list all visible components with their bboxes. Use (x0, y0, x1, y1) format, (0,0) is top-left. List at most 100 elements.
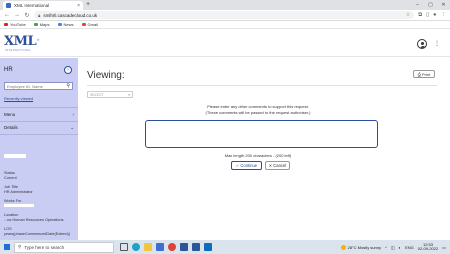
gmail-icon (81, 23, 86, 26)
status-label: Status (4, 171, 15, 175)
chrome-icon[interactable] (168, 243, 176, 251)
employee-search-input[interactable] (7, 83, 67, 89)
taskbar-apps (120, 243, 212, 251)
taskbar-search[interactable]: ⚲ Type here to search (14, 241, 114, 253)
employee-name-redacted (4, 154, 26, 158)
job-title-label: Job Title (4, 185, 19, 189)
bookmark-label: News (63, 22, 74, 27)
file-explorer-icon[interactable] (144, 243, 152, 251)
task-view-icon[interactable] (120, 243, 128, 251)
menu-label: Menu (4, 112, 16, 117)
logo-text: XML (4, 34, 37, 49)
page-title: Viewing: (87, 70, 125, 81)
volume-icon[interactable]: 🔈︎ (399, 245, 401, 250)
sun-icon (340, 244, 346, 250)
prompt-line-2: (These comments will be passed to the re… (205, 109, 311, 115)
reload-button[interactable]: ↻ (24, 12, 30, 19)
close-icon: ✕ (268, 163, 273, 168)
vpn-icon[interactable] (180, 243, 188, 251)
network-icon[interactable]: ◫ (391, 245, 395, 250)
weather-text: 28°C Mostly sunny (347, 244, 381, 250)
location-value: ...na Human Resources Operations (4, 218, 64, 222)
comment-prompt: Please enter any other comments to suppo… (138, 104, 378, 115)
edge-icon[interactable] (132, 243, 140, 251)
user-account-icon[interactable] (417, 39, 427, 49)
employee-search: ⚲ (4, 82, 73, 90)
maps-icon (33, 23, 38, 26)
news-icon (57, 23, 62, 26)
comments-textarea[interactable] (145, 120, 378, 148)
bookmark-gmail[interactable]: Gmail (81, 22, 98, 27)
youtube-icon (4, 23, 8, 26)
sidebar-details-row[interactable]: Details ⌄ (4, 125, 74, 131)
select-value: SELECT (90, 92, 104, 97)
bookmark-label: Maps (39, 22, 50, 27)
browser-tab[interactable]: XML International × (3, 1, 83, 10)
header-divider (87, 85, 437, 86)
sidebar-menu-row[interactable]: Menu › (4, 112, 74, 117)
chevron-down-icon: ⌄ (70, 125, 74, 130)
continue-label: Continue (240, 163, 258, 168)
max-length-hint: Max length 200 characters - (200 left) (224, 153, 292, 158)
cancel-label: Cancel (273, 163, 287, 168)
works-for-label: Works For (4, 199, 22, 203)
language-indicator[interactable]: ENG (405, 245, 414, 250)
notifications-icon[interactable]: ▭ (442, 245, 446, 250)
url-field[interactable]: 🔒︎ smlhrli.cascadecloud.co.uk ☆ (34, 11, 415, 19)
tray-chevron-icon[interactable]: ^ (385, 245, 387, 250)
sidebar-divider (0, 107, 78, 108)
los-value: years(phaseCommencedDate(Extend)) (4, 232, 71, 236)
maximize-button[interactable]: ▢ (424, 0, 437, 10)
sidebar-divider (0, 121, 78, 122)
forward-button[interactable]: → (14, 12, 20, 18)
outlook-icon[interactable] (204, 243, 212, 251)
print-label: Print (421, 71, 431, 77)
window-controls: – ▢ ✕ (411, 0, 450, 10)
lock-icon: 🔒︎ (38, 12, 41, 18)
action-buttons: ✓ Continue ✕ Cancel (231, 161, 290, 170)
sidebar: HR › ⚲ Recently viewed Menu › Details ⌄ … (0, 58, 78, 240)
weather-widget[interactable]: 28°C Mostly sunny (340, 244, 381, 250)
close-window-button[interactable]: ✕ (437, 0, 450, 10)
sidebar-divider (0, 134, 78, 135)
app-header: XML ® INTERNATIONAL (0, 29, 450, 57)
profile-icon[interactable]: ● (433, 12, 436, 18)
bookmark-youtube[interactable]: YouTube (4, 22, 26, 27)
bookmark-news[interactable]: News (57, 22, 74, 27)
store-icon[interactable] (156, 243, 164, 251)
clock-date: 02-09-2022 (417, 246, 439, 251)
company-logo[interactable]: XML ® INTERNATIONAL (4, 34, 40, 52)
sidepanel-icon[interactable]: ▯ (426, 12, 429, 18)
continue-button[interactable]: ✓ Continue (231, 161, 262, 170)
minimize-button[interactable]: – (411, 0, 424, 10)
close-tab-icon[interactable]: × (77, 3, 80, 9)
check-icon: ✓ (235, 163, 240, 168)
status-value: Current (4, 176, 17, 180)
browser-tab-bar: XML International × + – ▢ ✕ (0, 0, 450, 10)
printer-icon: ⎙ (417, 71, 421, 77)
bookmark-star-icon[interactable]: ☆ (406, 12, 410, 18)
cancel-button[interactable]: ✕ Cancel (265, 161, 290, 170)
extensions-icon[interactable]: ⧉ (418, 12, 422, 19)
clock[interactable]: 12:53 02-09-2022 (417, 242, 439, 252)
search-icon[interactable]: ⚲ (66, 83, 70, 89)
browser-menu-icon[interactable]: ⋮ (441, 12, 447, 18)
print-button[interactable]: ⎙ Print (413, 70, 435, 78)
bookmark-maps[interactable]: Maps (33, 22, 50, 27)
logo-mark: ® (37, 38, 40, 42)
collapse-sidebar-icon[interactable]: › (64, 66, 72, 74)
app-menu-icon[interactable]: ⋮ (434, 40, 440, 47)
address-bar: ← → ↻ 🔒︎ smlhrli.cascadecloud.co.uk ☆ ⧉ … (0, 10, 450, 21)
main-content: Viewing: ⎙ Print SELECT ▾ Please enter a… (78, 58, 450, 240)
bookmarks-bar: YouTube Maps News Gmail (0, 21, 450, 29)
search-icon: ⚲ (18, 244, 22, 249)
tab-title: XML International (14, 3, 50, 8)
los-label: LOS (4, 227, 12, 231)
request-type-select[interactable]: SELECT ▾ (87, 91, 133, 98)
word-icon[interactable] (192, 243, 200, 251)
recently-viewed-link[interactable]: Recently viewed (4, 96, 33, 101)
user-head-shape (421, 41, 424, 45)
back-button[interactable]: ← (4, 12, 10, 18)
windows-start-icon[interactable] (0, 240, 14, 254)
new-tab-button[interactable]: + (86, 1, 90, 9)
